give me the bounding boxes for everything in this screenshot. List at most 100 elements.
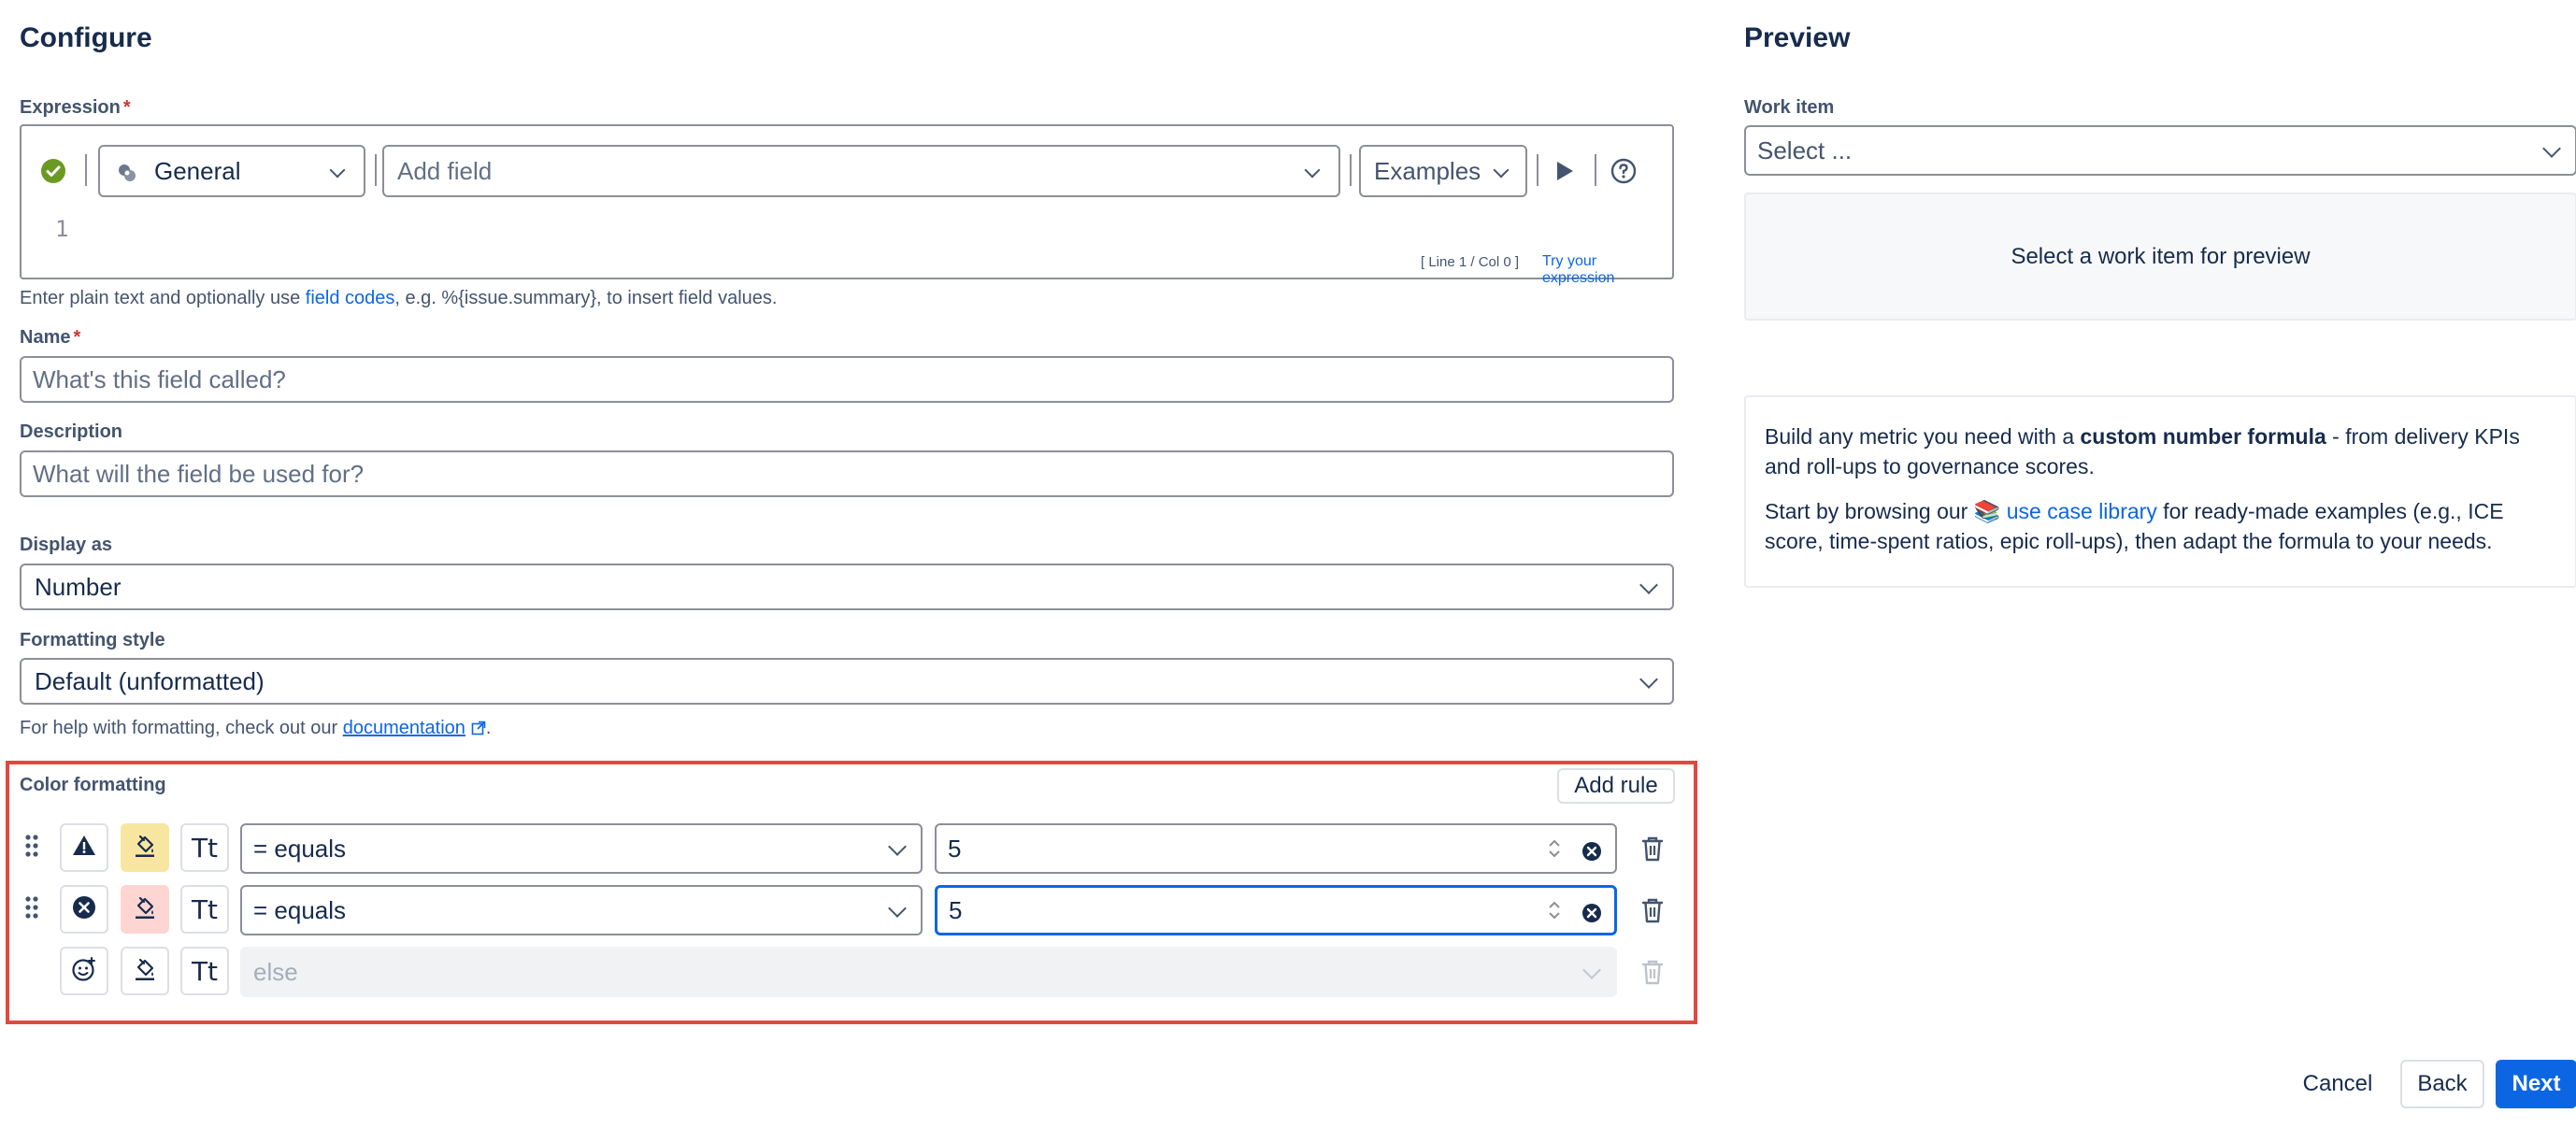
valid-check-icon [40, 158, 66, 184]
status-icon-button[interactable] [60, 885, 108, 934]
rule-value-input[interactable]: 5 [935, 823, 1617, 874]
text-style-icon: Tt [191, 893, 219, 925]
preview-title: Preview [1744, 22, 1851, 53]
add-field-select[interactable]: Add field [382, 145, 1340, 197]
condition-value: = equals [253, 895, 347, 924]
display-as-select[interactable]: Number [20, 564, 1674, 610]
expression-helper: Enter plain text and optionally use fiel… [20, 288, 778, 308]
info-text-2: Start by browsing our 📚 use case library… [1765, 499, 2504, 553]
chevron-down-icon [888, 899, 907, 918]
formatting-style-value: Default (unformatted) [35, 666, 265, 695]
add-field-placeholder: Add field [397, 156, 493, 185]
delete-rule-icon [1641, 959, 1664, 985]
paint-bucket-icon [132, 894, 158, 925]
expression-label: Expression * [20, 97, 131, 118]
paint-bucket-icon [132, 833, 158, 864]
toolbar-divider [1350, 154, 1352, 186]
use-case-library-link[interactable]: use case library [2007, 499, 2157, 523]
clear-icon[interactable] [1581, 901, 1602, 922]
drag-handle-icon[interactable] [24, 834, 39, 858]
context-select[interactable]: General [98, 145, 365, 197]
add-rule-button[interactable]: Add rule [1557, 768, 1675, 804]
condition-select[interactable]: = equals [240, 823, 923, 874]
paint-bucket-icon [132, 956, 158, 987]
text-style-button[interactable]: Tt [180, 885, 229, 934]
delete-rule-icon[interactable] [1641, 835, 1664, 862]
next-button[interactable]: Next [2496, 1060, 2576, 1108]
else-condition-select: else [240, 947, 1617, 997]
preview-empty-state: Select a work item for preview [1744, 193, 2576, 321]
error-icon [72, 895, 96, 924]
name-label: Name * [20, 327, 81, 348]
rule-value: 5 [948, 834, 962, 863]
examples-select[interactable]: Examples [1359, 145, 1527, 197]
description-field[interactable]: What will the field be used for? [20, 450, 1674, 497]
stepper-icon[interactable] [1546, 836, 1563, 861]
chevron-down-icon [1639, 670, 1658, 689]
chevron-down-icon [1304, 162, 1321, 178]
cursor-status: [ Line 1 / Col 0 ] [1421, 254, 1520, 270]
work-item-label: Work item [1744, 97, 1835, 118]
condition-value: = equals [253, 834, 347, 863]
examples-label: Examples [1374, 156, 1481, 185]
toolbar-divider [1537, 154, 1538, 186]
context-select-value: General [154, 156, 241, 185]
toolbar-divider [1595, 154, 1596, 186]
rule-value-input[interactable]: 5 [935, 885, 1617, 935]
formatting-helper: For help with formatting, check out our … [20, 718, 492, 738]
books-icon: 📚 [1973, 499, 2001, 523]
expression-editor[interactable]: General Add field Examples 1 [ Line 1 / … [20, 124, 1674, 286]
drag-handle-icon[interactable] [24, 895, 39, 920]
status-icon-button[interactable] [60, 823, 108, 872]
info-panel: Build any metric you need with a custom … [1744, 395, 2576, 588]
work-item-placeholder: Select ... [1757, 136, 1853, 164]
warning-icon [72, 834, 96, 863]
description-label: Description [20, 421, 123, 442]
rule-value: 5 [949, 895, 963, 924]
formatting-style-select[interactable]: Default (unformatted) [20, 658, 1674, 705]
info-text-1: Build any metric you need with a custom … [1765, 424, 2520, 478]
fill-color-button[interactable] [121, 823, 169, 872]
external-link-icon [471, 720, 486, 735]
field-codes-link[interactable]: field codes [306, 288, 395, 308]
text-style-button[interactable]: Tt [180, 823, 229, 872]
display-as-value: Number [35, 572, 122, 601]
line-number: 1 [55, 216, 69, 242]
cancel-button[interactable]: Cancel [2290, 1060, 2385, 1108]
status-icon-button[interactable] [60, 947, 108, 995]
toolbar-divider [375, 154, 377, 186]
preview-empty-message: Select a work item for preview [2011, 243, 2311, 269]
name-field[interactable]: What's this field called? [20, 356, 1674, 403]
text-style-icon: Tt [191, 955, 219, 987]
formatting-style-label: Formatting style [20, 630, 165, 650]
fill-color-button[interactable] [121, 885, 169, 934]
else-condition-value: else [253, 957, 298, 986]
fill-color-button[interactable] [121, 947, 169, 995]
delete-rule-icon[interactable] [1641, 897, 1664, 923]
stepper-icon[interactable] [1546, 898, 1563, 922]
chevron-down-icon [1582, 961, 1601, 979]
back-button[interactable]: Back [2400, 1060, 2484, 1108]
chevron-down-icon [888, 837, 907, 856]
configure-title: Configure [20, 22, 152, 53]
help-icon[interactable] [1610, 158, 1637, 184]
color-formatting-label: Color formatting [20, 775, 166, 795]
chevron-down-icon [2542, 139, 2561, 158]
clear-icon[interactable] [1581, 839, 1602, 861]
text-style-button[interactable]: Tt [180, 947, 229, 995]
chevron-down-icon [1639, 576, 1658, 594]
try-expression-link[interactable]: Try your expression [1542, 253, 1672, 287]
documentation-link[interactable]: documentation [343, 718, 465, 738]
condition-select[interactable]: = equals [240, 885, 923, 935]
name-placeholder: What's this field called? [33, 364, 286, 393]
context-icon [117, 161, 137, 181]
text-style-icon: Tt [191, 832, 219, 864]
chevron-down-icon [1493, 162, 1510, 178]
description-placeholder: What will the field be used for? [33, 459, 365, 488]
chevron-down-icon [329, 162, 346, 178]
add-emoji-icon [71, 956, 97, 987]
toolbar-divider [85, 154, 87, 186]
run-icon[interactable] [1551, 158, 1577, 184]
display-as-label: Display as [20, 535, 112, 555]
work-item-select[interactable]: Select ... [1744, 125, 2576, 176]
